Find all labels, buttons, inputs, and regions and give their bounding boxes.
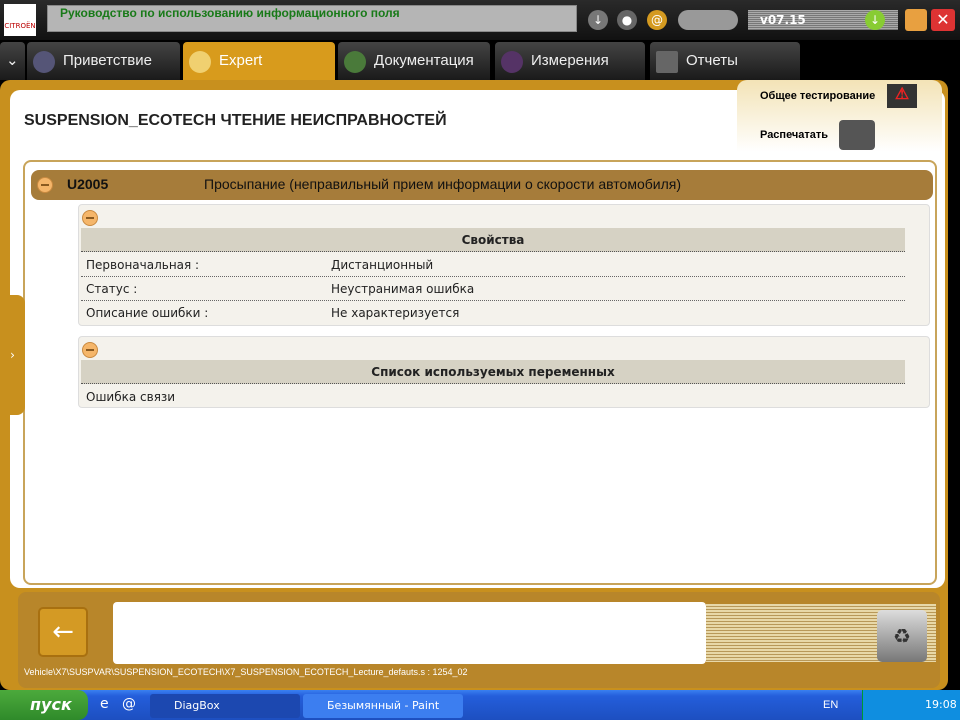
actions-panel: Общее тестирование ⚠ Распечатать: [737, 80, 942, 152]
tab-label: Отчеты: [686, 52, 738, 69]
variables-box: Список используемых переменных Ошибка св…: [78, 336, 930, 408]
language-indicator[interactable]: EN: [823, 690, 838, 720]
start-button[interactable]: пуск: [0, 690, 88, 720]
arrow-left-icon: ←: [52, 617, 74, 647]
fault-description: Просыпание (неправильный прием информаци…: [204, 176, 681, 192]
taskbar-item-diagbox[interactable]: DiagBox: [150, 694, 300, 718]
minimize-button[interactable]: [905, 9, 927, 31]
tab-documentation[interactable]: Документация: [338, 42, 490, 80]
property-label: Описание ошибки :: [86, 306, 209, 320]
citroen-logo: CITROËN: [4, 4, 36, 36]
property-value: Дистанционный: [331, 258, 434, 272]
recycle-bin-button[interactable]: ♻: [877, 610, 927, 662]
collapse-icon[interactable]: [82, 342, 98, 358]
property-value: Неустранимая ошибка: [331, 282, 475, 296]
property-value: Не характеризуется: [331, 306, 460, 320]
taskbar: [0, 690, 960, 720]
volume-toggle[interactable]: [678, 10, 738, 30]
collapse-icon[interactable]: [82, 210, 98, 226]
property-row: Статус : Неустранимая ошибка: [81, 277, 905, 301]
print-button[interactable]: Распечатать: [760, 129, 828, 141]
printer-icon[interactable]: [839, 120, 875, 150]
properties-header: Свойства: [81, 228, 905, 252]
status-icon[interactable]: ↓: [865, 10, 885, 30]
page-title: SUSPENSION_ECOTECH ЧТЕНИЕ НЕИСПРАВНОСТЕЙ: [24, 112, 447, 129]
clock: 19:08: [925, 698, 957, 711]
magnifier-icon: [189, 51, 211, 73]
email-icon[interactable]: @: [647, 10, 667, 30]
browser-icon[interactable]: @: [122, 696, 136, 712]
user-icon[interactable]: ●: [617, 10, 637, 30]
close-button[interactable]: ✕: [931, 9, 955, 31]
tab-reports[interactable]: Отчеты: [650, 42, 800, 80]
document-icon: [656, 51, 678, 73]
info-text: Руководство по использованию информацион…: [60, 6, 400, 20]
property-row: Первоначальная : Дистанционный: [81, 253, 905, 277]
ie-icon[interactable]: e: [100, 696, 109, 712]
variables-header: Список используемых переменных: [81, 360, 905, 384]
recycle-icon: ♻: [893, 624, 911, 648]
globe-icon: [33, 51, 55, 73]
fault-code: U2005: [67, 176, 109, 192]
collapse-icon[interactable]: [37, 177, 53, 193]
book-icon: [344, 51, 366, 73]
back-button[interactable]: ←: [38, 607, 88, 657]
fault-header[interactable]: U2005 Просыпание (неправильный прием инф…: [31, 170, 933, 200]
tabs-menu-chevron-icon[interactable]: ⌄: [0, 42, 25, 80]
properties-box: Свойства Первоначальная : Дистанционный С…: [78, 204, 930, 326]
variable-row: Ошибка связи: [86, 390, 176, 404]
side-panel-expand-handle[interactable]: ›: [0, 295, 25, 415]
taskbar-item-paint[interactable]: Безымянный - Paint: [303, 694, 463, 718]
tab-label: Expert: [219, 52, 263, 69]
message-area: [113, 602, 706, 664]
waveform-icon: [501, 51, 523, 73]
info-field[interactable]: Руководство по использованию информацион…: [47, 5, 577, 32]
tab-label: Документация: [374, 52, 474, 69]
property-row: Описание ошибки : Не характеризуется: [81, 301, 905, 325]
property-label: Первоначальная :: [86, 258, 200, 272]
tab-measurements[interactable]: Измерения: [495, 42, 645, 80]
download-icon[interactable]: ↓: [588, 10, 608, 30]
tab-expert[interactable]: Expert: [183, 42, 335, 80]
general-test-button[interactable]: Общее тестирование: [760, 90, 875, 102]
property-label: Статус :: [86, 282, 138, 296]
warning-icon[interactable]: ⚠: [887, 84, 917, 108]
tab-welcome[interactable]: Приветствие: [27, 42, 180, 80]
script-path: Vehicle\X7\SUSPVAR\SUSPENSION_ECOTECH\X7…: [24, 667, 468, 677]
system-tray: 19:08: [862, 690, 960, 720]
tab-label: Измерения: [531, 52, 609, 69]
tab-label: Приветствие: [63, 52, 152, 69]
